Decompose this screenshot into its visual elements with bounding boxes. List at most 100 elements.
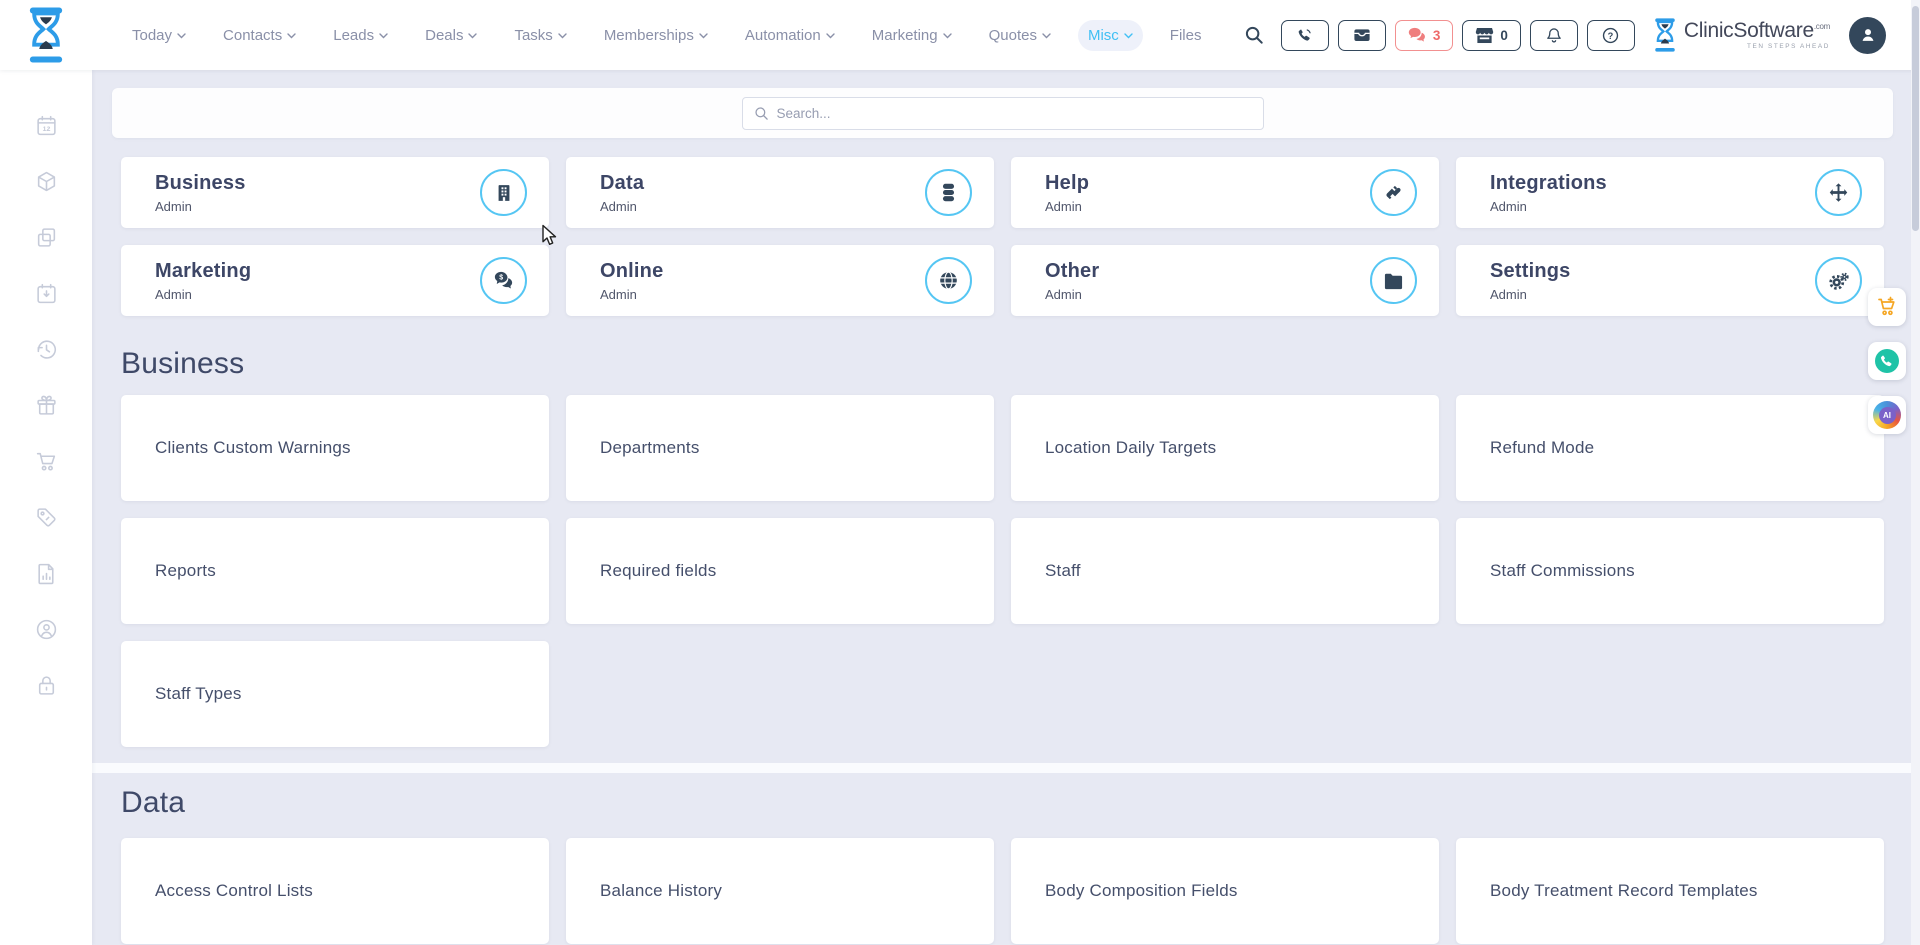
scrollbar-thumb[interactable] [1912,6,1919,231]
item-card-body-composition-fields[interactable]: Body Composition Fields [1011,838,1439,944]
category-card-integrations[interactable]: Integrations Admin [1456,157,1884,228]
nav-label: Tasks [514,27,552,44]
nav-item-tasks[interactable]: Tasks [504,20,576,51]
nav-label: Quotes [989,27,1037,44]
phone-call-button[interactable] [1281,20,1329,51]
search-icon[interactable] [1244,25,1264,45]
category-subtitle: Admin [1045,199,1089,214]
category-card-help[interactable]: Help Admin [1011,157,1439,228]
section-heading-data: Data [121,781,1884,825]
bell-icon [1546,27,1562,44]
item-label: Access Control Lists [155,881,313,901]
category-card-business[interactable]: Business Admin [121,157,549,228]
section-heading-business: Business [121,342,1884,386]
calendar-import-icon[interactable] [35,282,58,305]
item-label: Balance History [600,881,722,901]
inbox-button[interactable] [1338,20,1386,51]
brand-logo[interactable]: ClinicSoftware.com TEN STEPS AHEAD [1652,18,1830,52]
item-card-required-fields[interactable]: Required fields [566,518,994,624]
copy-icon[interactable] [35,226,58,249]
report-icon[interactable] [35,562,58,585]
category-card-settings[interactable]: Settings Admin [1456,245,1884,316]
category-subtitle: Admin [1490,199,1607,214]
calendar-icon[interactable]: 12 [35,114,58,137]
floating-cart-button[interactable] [1868,288,1906,326]
category-card-other[interactable]: Other Admin [1011,245,1439,316]
nav-item-deals[interactable]: Deals [415,20,487,51]
nav-label: Memberships [604,27,694,44]
nav-item-leads[interactable]: Leads [323,20,398,51]
header-actions: 3 0 ? [1244,0,1886,70]
item-card-departments[interactable]: Departments [566,395,994,501]
category-card-data[interactable]: Data Admin [566,157,994,228]
category-title: Integrations [1490,172,1607,195]
help-button[interactable]: ? [1587,20,1635,51]
item-card-body-treatment-record-templates[interactable]: Body Treatment Record Templates [1456,838,1884,944]
nav-label: Leads [333,27,374,44]
chat-badge: 3 [1433,28,1441,43]
category-subtitle: Admin [1490,287,1571,302]
history-icon[interactable] [35,338,58,361]
nav-item-marketing[interactable]: Marketing [862,20,962,51]
lock-icon[interactable] [35,674,58,697]
whatsapp-icon [1874,348,1900,374]
nav-item-automation[interactable]: Automation [735,20,845,51]
shop-button[interactable]: 0 [1462,20,1521,51]
shop-count: 0 [1500,28,1508,43]
gift-icon[interactable] [35,394,58,417]
item-label: Departments [600,438,700,458]
item-card-staff-commissions[interactable]: Staff Commissions [1456,518,1884,624]
nav-item-misc[interactable]: Misc [1078,20,1143,51]
chat-messages-button[interactable]: 3 [1395,20,1454,51]
chevron-down-icon [558,33,567,39]
nav-item-quotes[interactable]: Quotes [979,20,1061,51]
item-label: Staff Commissions [1490,561,1635,581]
cart-icon[interactable] [35,450,58,473]
floating-ai-button[interactable]: AI [1868,396,1906,434]
item-label: Reports [155,561,216,581]
folder-icon [1370,257,1417,304]
search-panel [112,88,1893,138]
notifications-button[interactable] [1530,20,1578,51]
category-card-online[interactable]: Online Admin [566,245,994,316]
chat-bubbles-icon [1408,27,1427,43]
main-content: Business Admin Data Admin Help Admin [92,70,1920,945]
price-tag-icon[interactable] [35,506,58,529]
brand-suffix: .com [1814,22,1830,31]
item-card-balance-history[interactable]: Balance History [566,838,994,944]
item-card-access-control-lists[interactable]: Access Control Lists [121,838,549,944]
brand-tagline: TEN STEPS AHEAD [1684,44,1830,50]
user-avatar[interactable] [1849,17,1886,54]
item-card-reports[interactable]: Reports [121,518,549,624]
question-icon: ? [1602,27,1619,44]
inbox-icon [1353,27,1371,43]
nav-item-today[interactable]: Today [122,20,196,51]
chevron-down-icon [1124,33,1133,39]
building-icon [480,169,527,216]
ai-label: AI [1879,407,1896,424]
gears-icon [1815,257,1862,304]
user-circle-icon[interactable] [35,618,58,641]
category-card-marketing[interactable]: Marketing Admin $ [121,245,549,316]
nav-item-files[interactable]: Files [1160,20,1212,51]
search-box[interactable] [742,97,1264,130]
item-card-clients-custom-warnings[interactable]: Clients Custom Warnings [121,395,549,501]
item-card-location-daily-targets[interactable]: Location Daily Targets [1011,395,1439,501]
floating-whatsapp-button[interactable] [1868,342,1906,380]
item-card-refund-mode[interactable]: Refund Mode [1456,395,1884,501]
package-icon[interactable] [35,170,58,193]
search-input[interactable] [777,106,1252,121]
nav-label: Deals [425,27,463,44]
main-nav: Today Contacts Leads Deals Tasks Members… [122,0,1211,70]
category-title: Data [600,172,644,195]
item-label: Refund Mode [1490,438,1594,458]
app-logo-hourglass-icon[interactable] [24,7,68,63]
chevron-down-icon [826,33,835,39]
item-card-staff-types[interactable]: Staff Types [121,641,549,747]
category-title: Other [1045,260,1099,283]
chevron-down-icon [699,33,708,39]
nav-item-contacts[interactable]: Contacts [213,20,306,51]
category-subtitle: Admin [600,287,663,302]
nav-item-memberships[interactable]: Memberships [594,20,718,51]
item-card-staff[interactable]: Staff [1011,518,1439,624]
